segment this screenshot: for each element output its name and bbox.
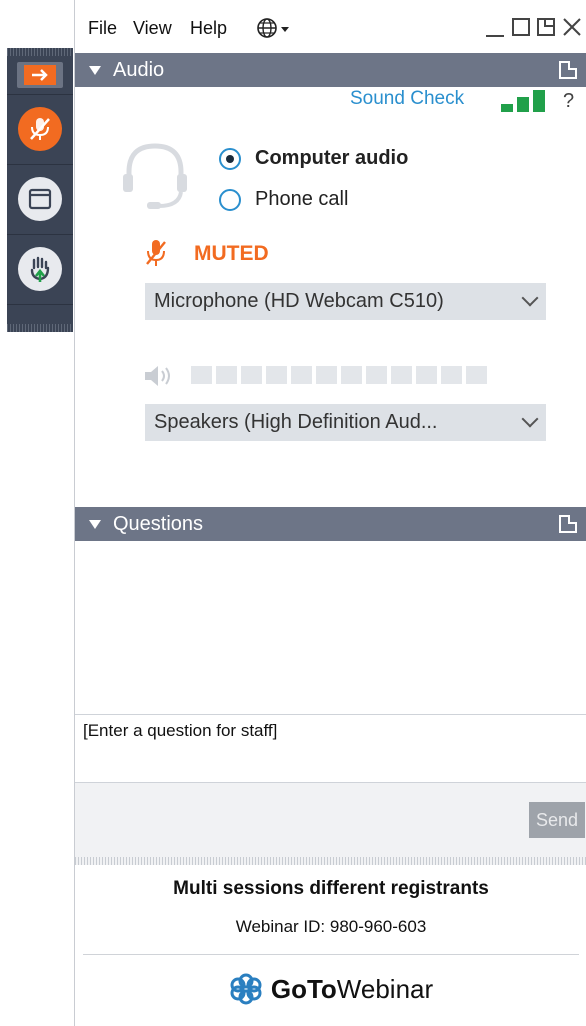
level-segment: [341, 366, 362, 384]
collapse-triangle-icon: [89, 519, 101, 529]
maximize-icon[interactable]: [511, 16, 531, 43]
language-globe-icon[interactable]: [256, 17, 296, 44]
speaker-level-meter: [191, 366, 487, 384]
gotowebinar-flower-icon: [230, 973, 262, 1005]
phone-call-label: Phone call: [255, 188, 349, 210]
chevron-down-icon: [521, 410, 539, 428]
send-button[interactable]: Send: [529, 802, 585, 838]
mute-toggle-button[interactable]: [7, 94, 73, 165]
strip-grip-bottom[interactable]: [7, 324, 73, 332]
menu-help[interactable]: Help: [190, 18, 227, 39]
chevron-down-icon: [521, 289, 539, 307]
help-question-icon[interactable]: ?: [563, 90, 574, 113]
screen-view-button[interactable]: [7, 164, 73, 235]
collapse-panel-button[interactable]: [7, 56, 73, 95]
computer-audio-radio[interactable]: [219, 148, 241, 170]
popout-window-icon[interactable]: [536, 16, 556, 43]
popout-panel-icon[interactable]: [559, 515, 577, 533]
signal-strength-icon: [501, 90, 545, 112]
level-segment: [441, 366, 462, 384]
arrow-right-icon: [24, 65, 56, 85]
speakers-select-value: Speakers (High Definition Aud...: [154, 411, 438, 433]
audio-panel-title: Audio: [113, 58, 165, 81]
raise-hand-button[interactable]: [7, 234, 73, 305]
question-input[interactable]: [Enter a question for staff]: [75, 714, 586, 783]
level-segment: [291, 366, 312, 384]
microphone-muted-icon: [18, 107, 62, 151]
collapse-triangle-icon: [89, 65, 101, 75]
phone-call-radio[interactable]: [219, 189, 241, 211]
level-segment: [241, 366, 262, 384]
computer-audio-label: Computer audio: [255, 147, 409, 169]
level-segment: [391, 366, 412, 384]
level-segment: [316, 366, 337, 384]
window-icon: [18, 177, 62, 221]
sound-check-link[interactable]: Sound Check: [350, 88, 464, 110]
footer-divider: [83, 954, 579, 955]
close-icon[interactable]: [562, 16, 582, 43]
level-segment: [366, 366, 387, 384]
mute-status-label: MUTED: [194, 242, 269, 265]
control-panel-strip: [7, 48, 73, 332]
microphone-muted-icon: [146, 240, 166, 266]
raise-hand-icon: [18, 247, 62, 291]
popout-panel-icon[interactable]: [559, 61, 577, 79]
microphone-select-value: Microphone (HD Webcam C510): [154, 290, 444, 312]
level-segment: [466, 366, 487, 384]
webinar-id: Webinar ID: 980-960-603: [235, 917, 427, 936]
webinar-control-window: File View Help Audio Sound Check ? Compu…: [74, 0, 586, 1026]
webinar-title: Multi sessions different registrants: [173, 878, 489, 899]
level-segment: [266, 366, 287, 384]
level-segment: [216, 366, 237, 384]
resize-grip[interactable]: [75, 857, 586, 865]
menu-bar: File View Help: [75, 0, 586, 52]
level-segment: [191, 366, 212, 384]
speaker-volume-icon: [145, 366, 170, 386]
questions-log: [75, 541, 586, 714]
question-input-text: [Enter a question for staff]: [83, 721, 278, 740]
gotowebinar-logo: GoToWebinar: [75, 972, 586, 1006]
questions-panel-header[interactable]: Questions: [75, 507, 586, 541]
webinar-info-footer: Multi sessions different registrants Web…: [75, 865, 586, 1026]
microphone-select[interactable]: Microphone (HD Webcam C510): [145, 283, 546, 320]
menu-file[interactable]: File: [88, 18, 117, 39]
audio-panel-header[interactable]: Audio: [75, 53, 586, 87]
strip-grip-top[interactable]: [7, 48, 73, 56]
level-segment: [416, 366, 437, 384]
send-bar: Send: [75, 783, 586, 857]
brand-name: GoToWebinar: [270, 973, 434, 1004]
questions-panel-title: Questions: [113, 512, 204, 535]
speakers-select[interactable]: Speakers (High Definition Aud...: [145, 404, 546, 441]
menu-view[interactable]: View: [133, 18, 172, 39]
headset-icon: [123, 143, 187, 209]
minimize-icon[interactable]: [485, 16, 505, 43]
